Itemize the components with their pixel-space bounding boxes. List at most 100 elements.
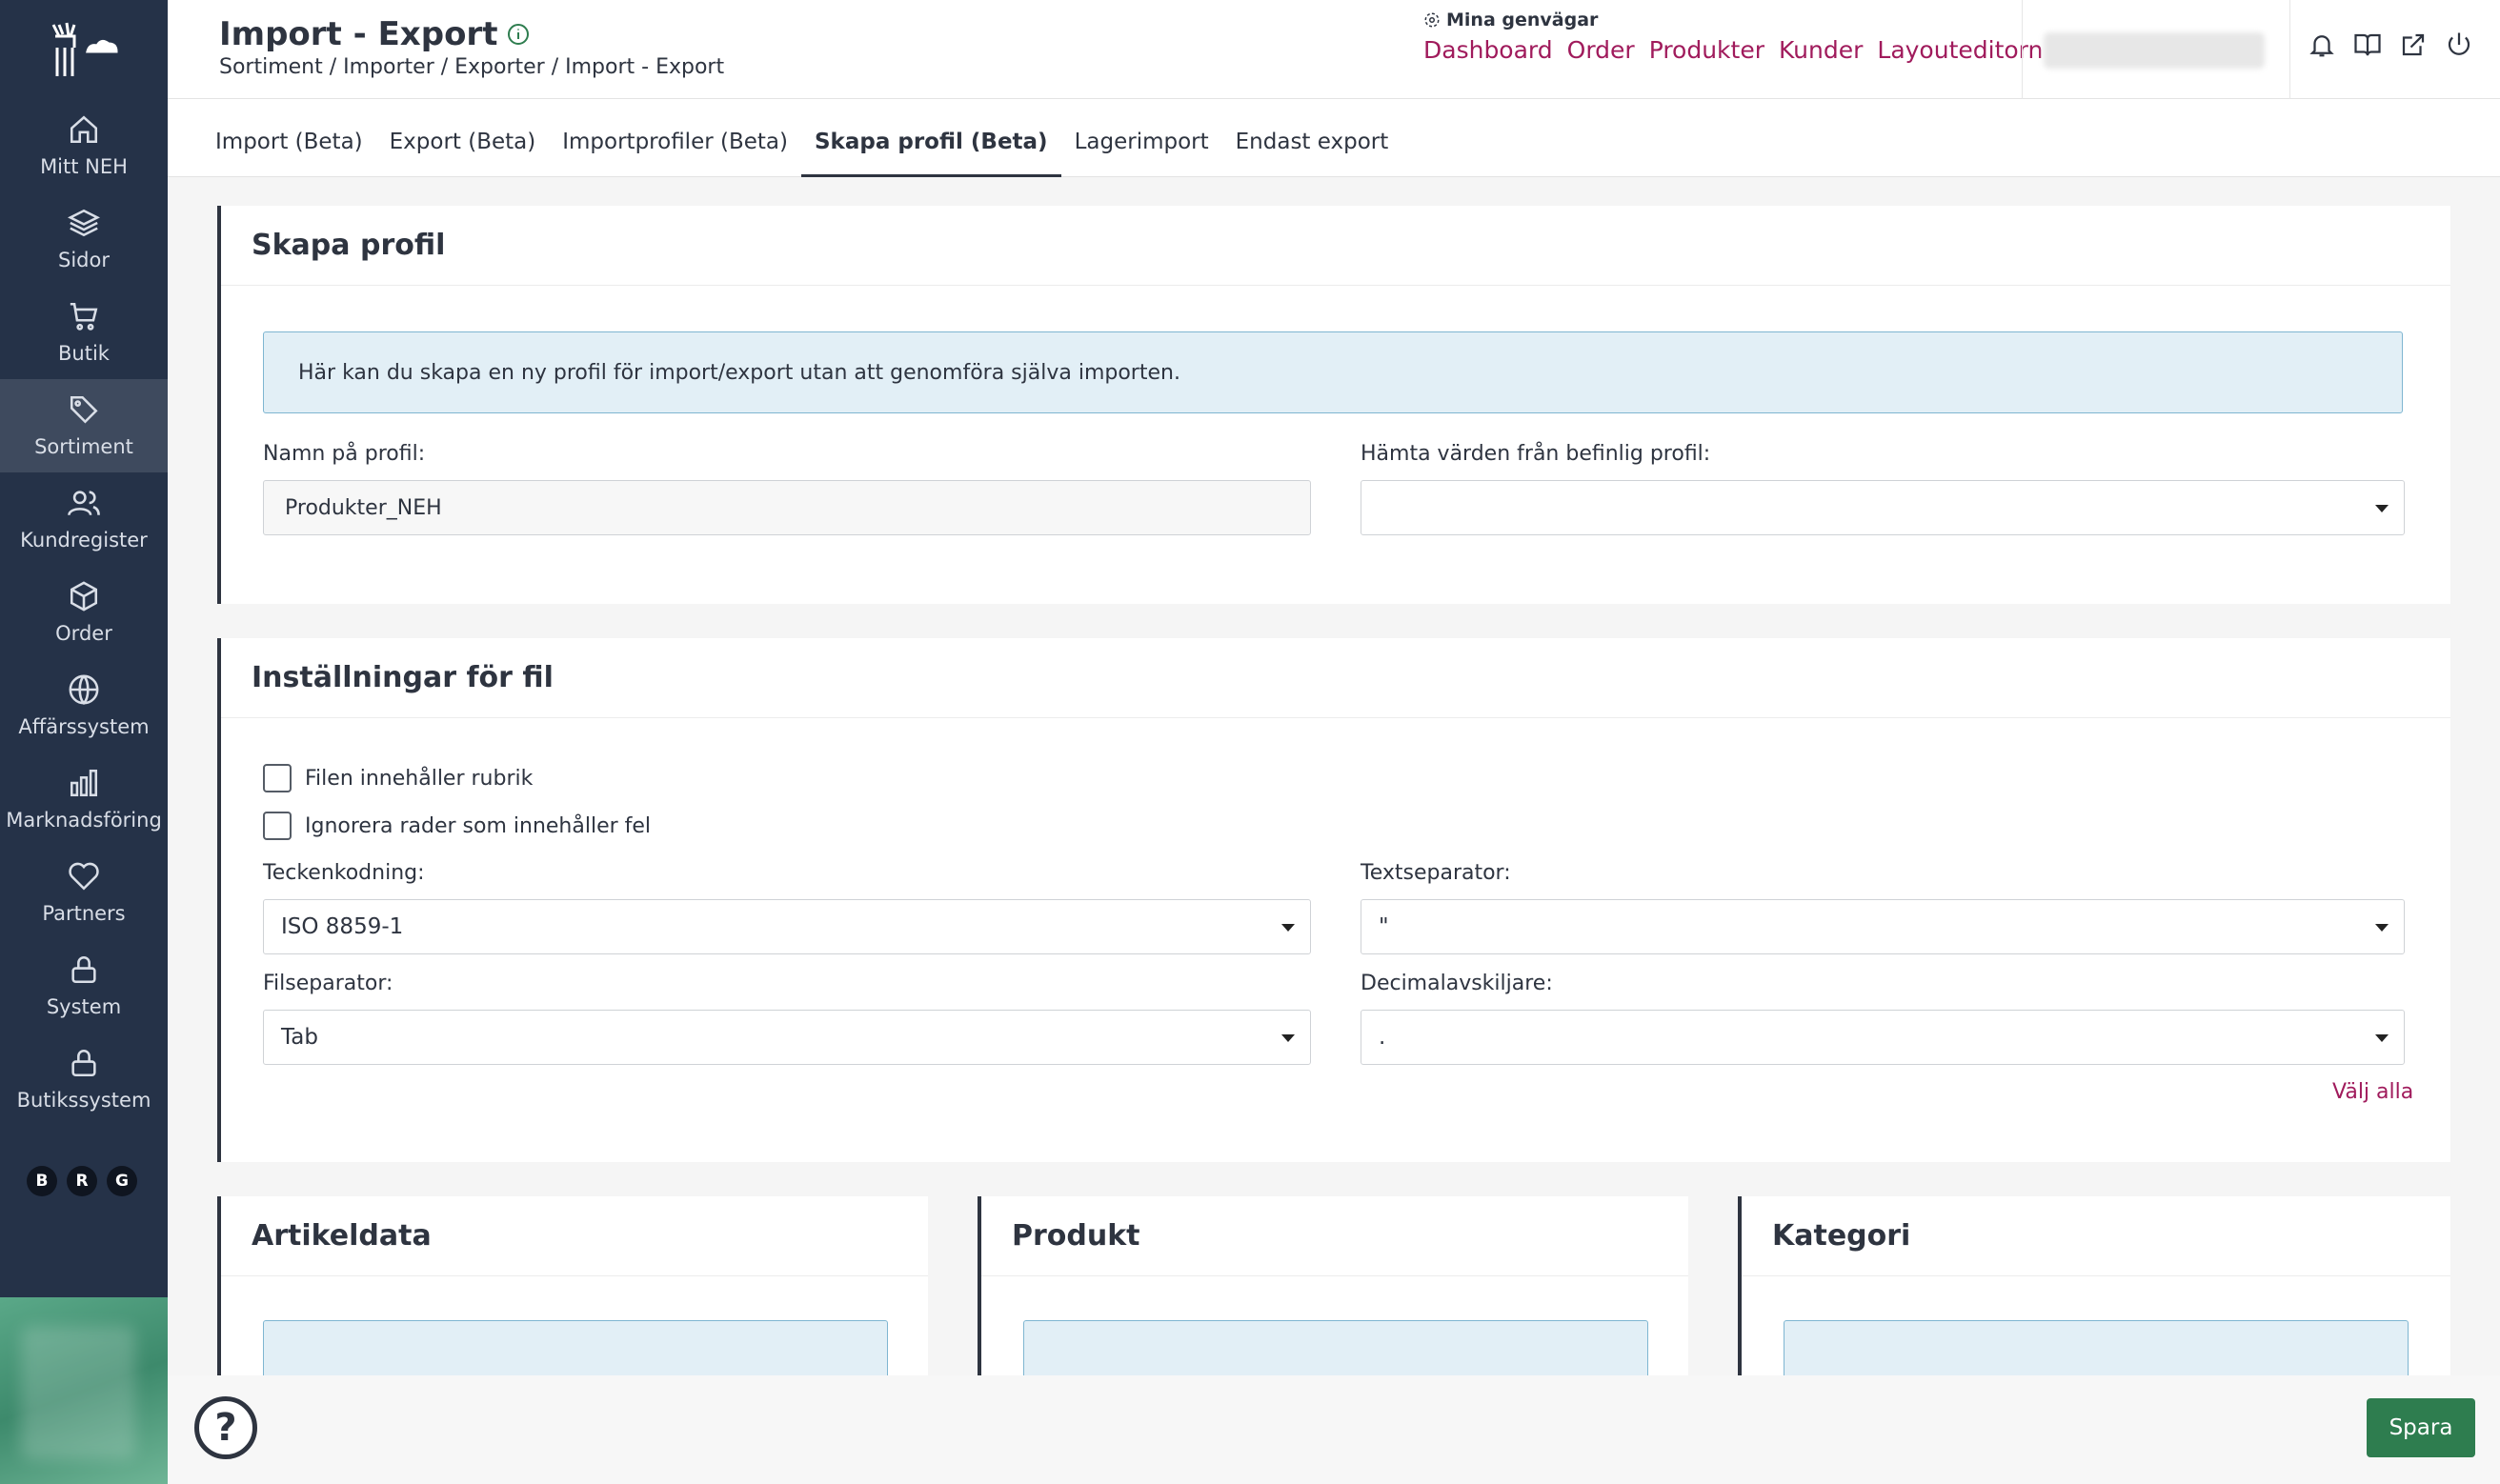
sidebar-item-butik[interactable]: Butik (0, 286, 168, 379)
environment-badges: B R G (27, 1166, 137, 1196)
file-separator-select[interactable]: Tab (263, 1010, 1311, 1065)
decimal-separator-select[interactable]: . (1361, 1010, 2405, 1065)
book-icon[interactable] (2353, 30, 2382, 59)
tab-bar: Import (Beta) Export (Beta) Importprofil… (168, 99, 2500, 177)
shortcut-order[interactable]: Order (1567, 36, 1635, 64)
home-icon (70, 115, 98, 144)
copy-profile-select[interactable] (1361, 480, 2405, 535)
sidebar-item-marknadsforing[interactable]: Marknadsföring (0, 752, 168, 846)
card-title: Artikeldata (221, 1196, 928, 1276)
card-title: Produkt (981, 1196, 1688, 1276)
badge-r[interactable]: R (67, 1166, 97, 1196)
tab-skapa-profil[interactable]: Skapa profil (Beta) (800, 99, 1061, 177)
sidebar-item-partners[interactable]: Partners (0, 846, 168, 939)
sidebar-item-sortiment[interactable]: Sortiment (0, 379, 168, 472)
decimal-separator-label: Decimalavskiljare: (1361, 972, 1553, 995)
encoding-label: Teckenkodning: (263, 861, 425, 885)
sidebar-item-label: Partners (42, 902, 126, 925)
heart-icon (69, 862, 99, 891)
create-profile-card: Skapa profil Här kan du skapa en ny prof… (217, 206, 2450, 604)
blurred-image (0, 1297, 168, 1484)
external-link-icon[interactable] (2399, 30, 2428, 59)
ignore-errors-label: Ignorera rader som innehåller fel (305, 813, 652, 838)
bottom-bar (168, 1375, 2500, 1484)
sidebar-item-label: Mitt NEH (40, 155, 128, 178)
sidebar-item-label: System (46, 995, 122, 1018)
shortcut-dashboard[interactable]: Dashboard (1423, 36, 1553, 64)
sidebar-item-label: Sortiment (34, 435, 133, 458)
blurred-username (2044, 32, 2265, 69)
help-button[interactable]: ? (194, 1396, 257, 1459)
shortcuts-title: Mina genvägar (1446, 10, 1599, 30)
profile-name-input[interactable]: Produkter_NEH (263, 480, 1311, 535)
ignore-errors-checkbox[interactable] (263, 812, 292, 840)
profile-info-box: Här kan du skapa en ny profil för import… (263, 331, 2403, 413)
has-header-checkbox[interactable] (263, 764, 292, 792)
gear-icon (1424, 12, 1440, 28)
power-icon[interactable] (2445, 30, 2473, 59)
card-title: Kategori (1742, 1196, 2450, 1276)
sidebar-item-affarssystem[interactable]: Affärssystem (0, 659, 168, 752)
layers-icon (68, 209, 100, 237)
tab-export[interactable]: Export (Beta) (376, 99, 550, 177)
shortcut-layouteditorn[interactable]: Layouteditorn (1877, 36, 2043, 64)
chevron-down-icon (2375, 1034, 2389, 1042)
chevron-down-icon (1281, 1034, 1295, 1042)
card-title: Skapa profil (221, 206, 2450, 286)
user-menu[interactable] (2022, 0, 2290, 99)
card-title: Inställningar för fil (221, 638, 2450, 718)
text-separator-label: Textseparator: (1361, 861, 1511, 885)
save-button[interactable]: Spara (2367, 1398, 2475, 1457)
select-all-link[interactable]: Välj alla (2332, 1080, 2413, 1104)
file-settings-card: Inställningar för fil Filen innehåller r… (217, 638, 2450, 1162)
box-icon (70, 581, 98, 612)
globe-icon (69, 674, 99, 705)
tag-icon (70, 395, 98, 424)
users-icon (68, 491, 100, 516)
top-header: Import - Export Sortiment / Importer / E… (168, 0, 2500, 99)
badge-g[interactable]: G (107, 1166, 137, 1196)
cart-icon (70, 302, 98, 331)
sidebar: Mitt NEH Sidor Butik Sortiment Kundregis… (0, 0, 168, 1484)
sidebar-item-label: Marknadsföring (6, 809, 162, 832)
tab-endast-export[interactable]: Endast export (1222, 99, 1402, 177)
tab-importprofiler[interactable]: Importprofiler (Beta) (549, 99, 801, 177)
has-header-checkbox-row[interactable]: Filen innehåller rubrik (263, 764, 533, 792)
sidebar-item-order[interactable]: Order (0, 566, 168, 659)
bar-chart-icon (70, 769, 98, 797)
sidebar-item-kundregister[interactable]: Kundregister (0, 472, 168, 566)
chevron-down-icon (2375, 924, 2389, 932)
file-separator-label: Filseparator: (263, 972, 393, 995)
chevron-down-icon (1281, 924, 1295, 932)
page-title: Import - Export (219, 15, 530, 53)
sidebar-item-label: Kundregister (20, 529, 148, 551)
moose-logo-icon (51, 22, 118, 76)
encoding-select[interactable]: ISO 8859-1 (263, 899, 1311, 954)
lock-icon (71, 1050, 96, 1077)
tab-lagerimport[interactable]: Lagerimport (1061, 99, 1222, 177)
sidebar-item-label: Butik (58, 342, 110, 365)
text-separator-select[interactable]: " (1361, 899, 2405, 954)
sidebar-item-system[interactable]: System (0, 939, 168, 1033)
tab-import[interactable]: Import (Beta) (202, 99, 376, 177)
has-header-label: Filen innehåller rubrik (305, 766, 534, 791)
badge-b[interactable]: B (27, 1166, 57, 1196)
ignore-errors-checkbox-row[interactable]: Ignorera rader som innehåller fel (263, 812, 651, 840)
breadcrumb: Sortiment / Importer / Exporter / Import… (219, 55, 725, 79)
sidebar-item-butikssystem[interactable]: Butikssystem (0, 1033, 168, 1126)
sidebar-item-label: Affärssystem (18, 715, 150, 738)
profile-name-label: Namn på profil: (263, 442, 426, 466)
logo[interactable] (0, 0, 168, 99)
shortcuts: Mina genvägar Dashboard Order Produkter … (1423, 10, 2043, 64)
bell-icon[interactable] (2308, 30, 2336, 59)
shortcut-produkter[interactable]: Produkter (1649, 36, 1764, 64)
sidebar-item-mitt-neh[interactable]: Mitt NEH (0, 99, 168, 192)
info-icon[interactable] (507, 23, 530, 46)
sidebar-item-label: Sidor (58, 249, 110, 271)
copy-profile-label: Hämta värden från befinlig profil: (1361, 442, 1711, 466)
sidebar-item-sidor[interactable]: Sidor (0, 192, 168, 286)
sidebar-item-label: Butikssystem (16, 1089, 151, 1112)
chevron-down-icon (2375, 505, 2389, 512)
shortcut-kunder[interactable]: Kunder (1779, 36, 1863, 64)
lock-icon (71, 956, 96, 984)
